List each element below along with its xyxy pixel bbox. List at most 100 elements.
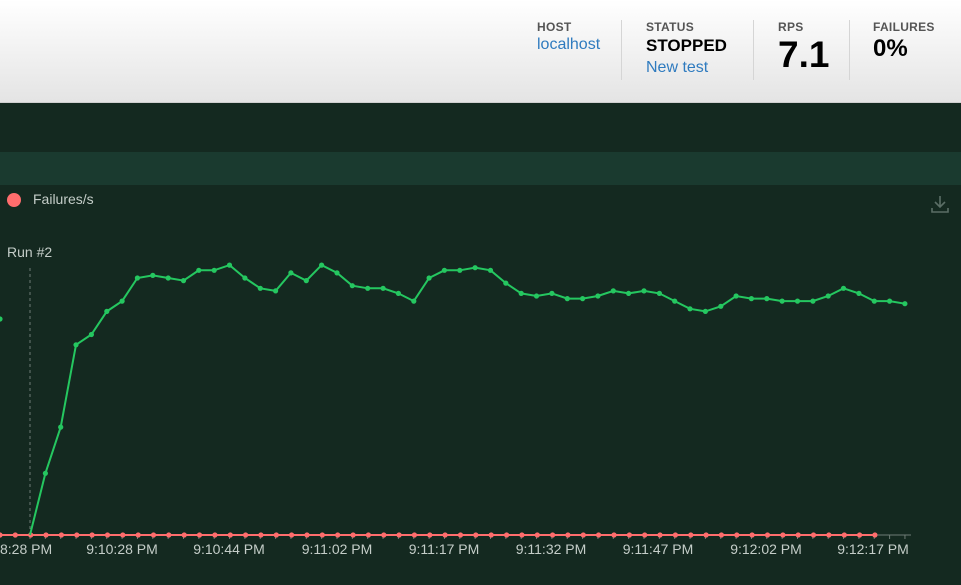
failures-point — [872, 532, 878, 538]
failures-point — [212, 532, 218, 538]
failures-point — [350, 532, 356, 538]
rps-point — [503, 280, 509, 286]
failures-point — [657, 532, 663, 538]
rps-point — [73, 342, 79, 348]
x-tick-label: 9:10:28 PM — [86, 541, 158, 557]
rps-point — [887, 298, 893, 304]
rps-point — [549, 290, 555, 296]
failures-point — [0, 532, 3, 538]
failures-point — [550, 532, 556, 538]
rps-point — [764, 296, 770, 302]
rps-point — [119, 298, 125, 304]
rps-point — [702, 308, 709, 314]
failures-point — [826, 532, 832, 538]
rps-series-line — [29, 263, 906, 536]
failures-point — [58, 532, 64, 538]
x-tick-label: 8:28 PM — [0, 541, 52, 557]
failures-point — [596, 532, 602, 538]
failures-point — [89, 532, 95, 538]
failures-point — [519, 532, 525, 538]
rps-point — [365, 285, 371, 291]
failures-point — [749, 532, 755, 538]
failures-point — [857, 532, 863, 538]
rps-point — [288, 270, 294, 276]
x-tick-label: 9:12:02 PM — [730, 541, 802, 557]
failures-point — [488, 532, 494, 538]
rps-point — [564, 296, 570, 302]
rps-point — [0, 316, 3, 322]
failures-point — [626, 532, 633, 538]
failures-point — [43, 532, 49, 538]
failures-point — [764, 532, 771, 538]
failures-point — [642, 532, 648, 538]
rps-point — [58, 424, 64, 430]
failures-point — [227, 532, 233, 538]
failures-point — [718, 532, 725, 538]
rps-point — [840, 285, 847, 291]
rps-point — [902, 301, 908, 307]
rps-point — [226, 262, 233, 268]
failures-point — [473, 532, 479, 538]
failures-point — [672, 532, 679, 538]
rps-point — [580, 296, 586, 302]
failures-point — [780, 532, 786, 538]
failures-point — [703, 532, 709, 538]
failures-point — [258, 532, 264, 538]
failures-point — [381, 532, 387, 538]
rps-point — [457, 267, 463, 273]
rps-point — [42, 470, 49, 476]
x-tick-label: 9:10:44 PM — [193, 541, 265, 557]
rps-point — [825, 293, 831, 299]
rps-point — [441, 267, 447, 273]
x-tick-label: 9:12:17 PM — [837, 541, 909, 557]
rps-point — [319, 262, 325, 268]
failures-point — [504, 532, 510, 538]
failures-point — [841, 532, 847, 538]
failures-point — [289, 532, 295, 538]
failures-point — [396, 532, 402, 538]
rps-point — [88, 331, 94, 338]
rps-point — [472, 265, 478, 271]
failures-point — [135, 532, 141, 538]
run-marker-label: Run #2 — [7, 244, 52, 260]
rps-point — [595, 293, 601, 299]
rps-point — [134, 275, 140, 281]
rps-point — [794, 298, 801, 304]
rps-point — [748, 296, 755, 302]
rps-point — [196, 267, 202, 273]
rps-point — [349, 283, 355, 289]
rps-point — [656, 290, 663, 296]
rps-point — [334, 270, 340, 276]
failures-point — [273, 532, 279, 538]
rps-point — [165, 275, 171, 281]
rps-point — [672, 298, 678, 304]
failures-point — [12, 532, 18, 538]
failures-point — [795, 532, 801, 538]
failures-point — [457, 532, 464, 538]
rps-point — [733, 293, 739, 299]
rps-point — [303, 278, 309, 284]
rps-point — [242, 275, 248, 281]
rps-chart: Run #2 8:28 PM 9:10:28 PM 9:10:44 PM 9:11:02… — [0, 244, 911, 557]
failures-point — [411, 532, 417, 538]
rps-point — [718, 303, 724, 309]
failures-point — [611, 532, 617, 538]
x-tick-label: 9:11:32 PM — [516, 541, 587, 557]
failures-point — [120, 532, 126, 538]
failures-point — [150, 532, 157, 538]
rps-point — [380, 285, 386, 291]
failures-point — [688, 532, 694, 538]
failures-point — [181, 532, 187, 538]
rps-point — [810, 298, 816, 304]
failures-point — [580, 532, 586, 538]
failures-point — [534, 532, 540, 538]
x-tick-label: 9:11:02 PM — [302, 541, 373, 557]
x-tick-label: 9:11:17 PM — [409, 541, 480, 557]
rps-point — [779, 298, 785, 304]
failures-point — [335, 532, 341, 538]
failures-point — [243, 532, 249, 538]
rps-point — [104, 308, 110, 314]
failures-point — [304, 532, 310, 538]
rps-point — [273, 288, 279, 294]
rps-point — [211, 267, 217, 273]
